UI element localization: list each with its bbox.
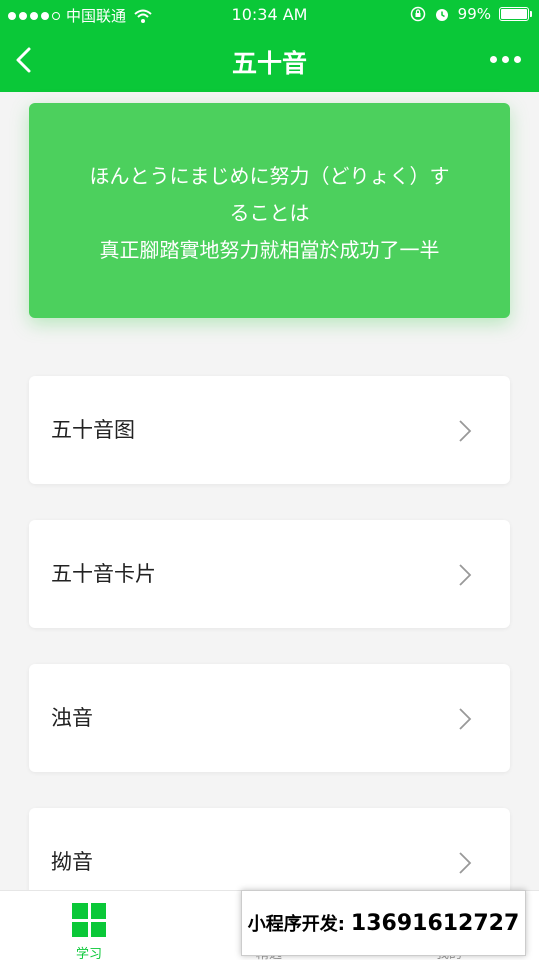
menu-item-label: 五十音卡片 [51, 562, 156, 586]
battery-icon [499, 7, 532, 21]
alarm-icon [435, 9, 448, 21]
menu-item-gojuon-chart[interactable]: 五十音图 [29, 376, 510, 484]
menu-item-gojuon-cards[interactable]: 五十音卡片 [29, 520, 510, 628]
nav-bar: 五十音 [0, 30, 539, 92]
menu-item-label: 浊音 [51, 706, 93, 730]
status-bar: 中国联通 10:34 AM 99% [0, 0, 539, 30]
promo-overlay: 小程序开发: 13691612727 [241, 890, 526, 956]
chevron-right-icon [459, 564, 472, 586]
chevron-right-icon [459, 708, 472, 730]
grid-icon [72, 903, 106, 937]
chevron-right-icon [459, 420, 472, 442]
quote-line-3: 真正腳踏實地努力就相當於成功了一半 [99, 238, 440, 262]
promo-label: 小程序开发: [247, 914, 345, 935]
tab-learn-label: 学习 [75, 947, 102, 960]
quote-line-1: ほんとうにまじめに努力（どりょく）す [89, 164, 450, 188]
menu-item-label: 五十音图 [51, 418, 135, 442]
menu-item-dakuon[interactable]: 浊音 [29, 664, 510, 772]
promo-phone: 13691612727 [350, 910, 520, 936]
orientation-lock-icon [410, 6, 425, 22]
chevron-right-icon [459, 852, 472, 874]
menu-item-label: 拗音 [51, 850, 93, 874]
quote-banner: ほんとうにまじめに努力（どりょく）す ることは 真正腳踏實地努力就相當於成功了一… [29, 103, 510, 318]
battery-percent: 99% [457, 5, 491, 23]
more-options-icon[interactable] [490, 56, 521, 63]
tab-learn[interactable]: 学习 [49, 903, 129, 960]
battery-fill [501, 9, 527, 19]
quote-line-2: ることは [229, 201, 310, 225]
top-header: 中国联通 10:34 AM 99% 五十音 [0, 0, 539, 92]
status-right: 99% [410, 5, 532, 23]
page-title: 五十音 [231, 49, 307, 78]
